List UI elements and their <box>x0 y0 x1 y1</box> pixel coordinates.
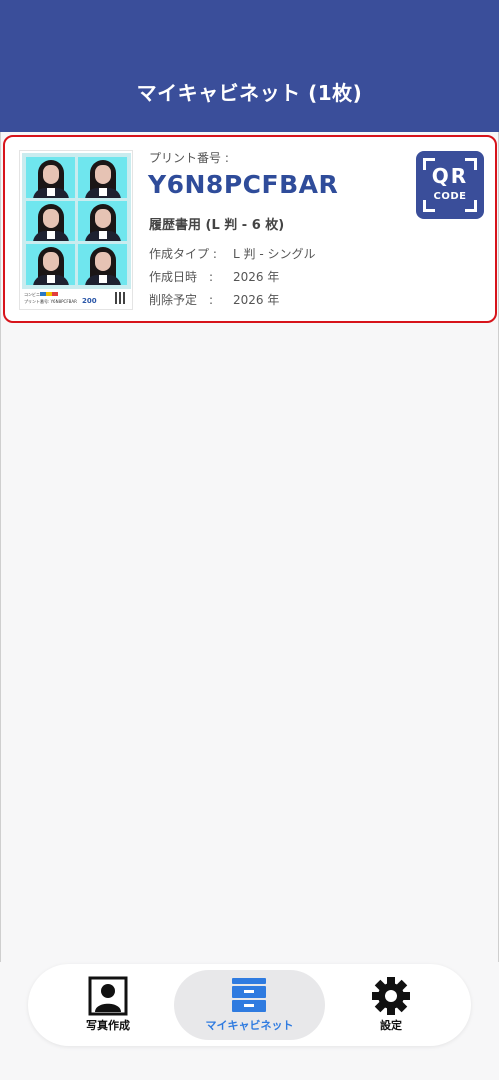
detail-key: 作成タイプ : <box>149 247 217 261</box>
detail-row-delete: 削除予定 : 2026 年 <box>149 291 279 308</box>
print-code: Y6N8PCFBAR <box>148 170 339 199</box>
thumbnail-footer: コンビニ プリント番号: Y6N8PCFBAR 200 <box>22 291 131 309</box>
detail-value: 2026 年 <box>233 270 280 284</box>
thumbnail-price: 200 <box>82 297 97 305</box>
bottom-tab-bar: 写真作成 マイキャビネット 設定 <box>28 964 471 1046</box>
cabinet-icon <box>232 978 266 1012</box>
id-photo <box>26 244 75 285</box>
mini-qr-icon <box>115 292 127 304</box>
print-thumbnail[interactable]: コンビニ プリント番号: Y6N8PCFBAR 200 <box>19 150 133 310</box>
page-title: マイキャビネット (1枚) <box>136 81 363 105</box>
thumbnail-print-text: プリント番号: Y6N8PCFBAR <box>24 299 77 304</box>
detail-row-type: 作成タイプ : L 判 - シングル <box>149 245 315 262</box>
id-photo <box>26 200 75 242</box>
tab-label: 写真作成 <box>86 1019 130 1032</box>
id-photo <box>78 244 127 285</box>
tab-label: 設定 <box>380 1019 402 1032</box>
thumbnail-brand: コンビニ <box>24 292 40 297</box>
id-photo <box>78 157 127 198</box>
print-type: 履歴書用 (L 判 - 6 枚) <box>149 218 285 233</box>
id-photo <box>78 200 127 242</box>
detail-value: L 判 - シングル <box>233 247 316 261</box>
print-number-label: プリント番号 : <box>149 151 229 165</box>
app-header: マイキャビネット (1枚) <box>0 0 499 132</box>
tab-settings[interactable]: 設定 <box>316 964 466 1046</box>
detail-value: 2026 年 <box>233 293 280 307</box>
detail-row-created: 作成日時 : 2026 年 <box>149 268 279 285</box>
portrait-icon <box>88 976 128 1016</box>
gear-icon <box>372 977 410 1015</box>
qr-button-label: QR <box>431 164 469 188</box>
detail-key: 削除予定 : <box>149 293 214 307</box>
tab-my-cabinet[interactable]: マイキャビネット <box>174 970 325 1040</box>
tab-photo-create[interactable]: 写真作成 <box>33 964 183 1046</box>
qr-code-button[interactable]: QR CODE <box>416 151 484 219</box>
cabinet-list[interactable]: コンビニ プリント番号: Y6N8PCFBAR 200 プリント番号 : Y6N… <box>0 132 499 962</box>
detail-key: 作成日時 : <box>149 270 214 284</box>
print-card[interactable]: コンビニ プリント番号: Y6N8PCFBAR 200 プリント番号 : Y6N… <box>3 135 497 323</box>
tab-label: マイキャビネット <box>205 1019 294 1032</box>
photo-sheet <box>22 153 131 289</box>
id-photo <box>26 157 75 198</box>
qr-button-sublabel: CODE <box>433 191 467 202</box>
store-logo-icon <box>40 292 58 296</box>
